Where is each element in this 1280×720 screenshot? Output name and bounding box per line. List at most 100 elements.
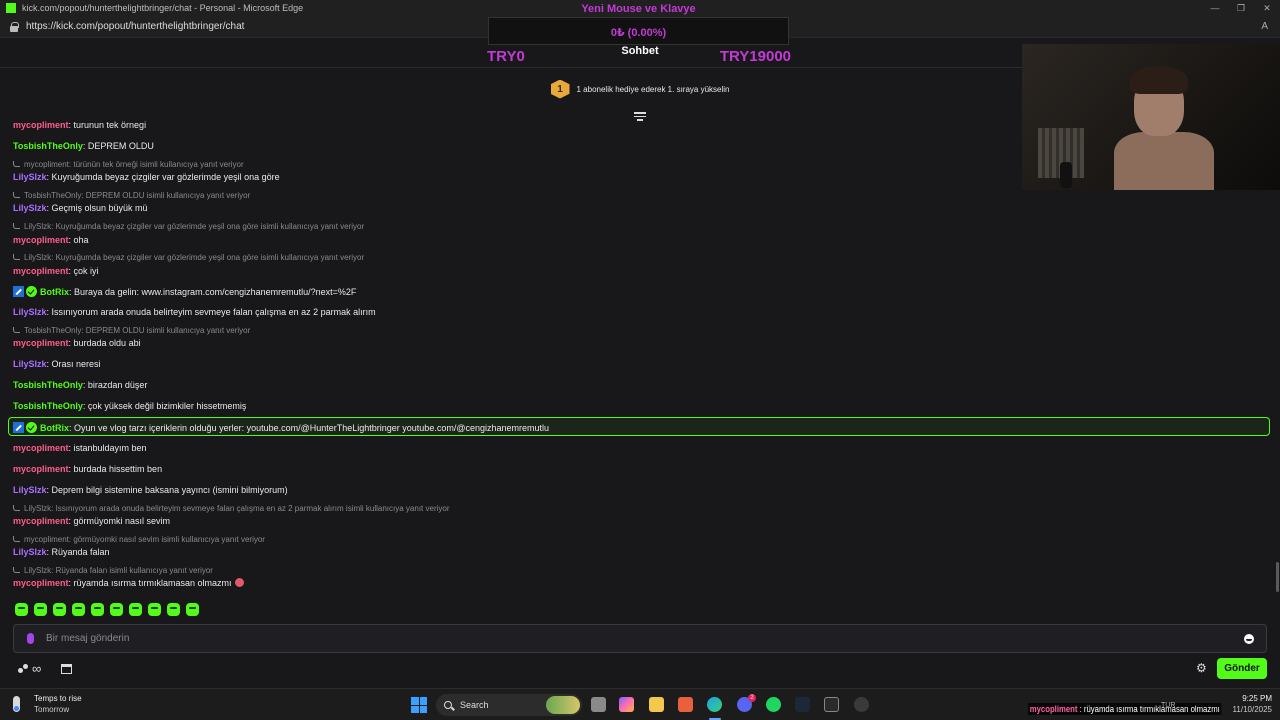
reply-context[interactable]: LilySlzk: Kuyruğumda beyaz çizgiler var …: [13, 253, 364, 262]
file-explorer-icon[interactable]: [649, 697, 664, 712]
chat-username[interactable]: LilySlzk: [13, 547, 47, 557]
emote-button[interactable]: [148, 603, 161, 616]
send-button[interactable]: Gönder: [1217, 658, 1267, 679]
chat-text: : Oyun ve vlog tarzı içeriklerin olduğu …: [69, 423, 550, 433]
chat-username[interactable]: LilySlzk: [13, 172, 47, 182]
weather-title[interactable]: Temps to rise: [34, 694, 82, 703]
microphone-icon[interactable]: [27, 633, 34, 644]
reply-context[interactable]: mycopliment: türünün tek örneği isimli k…: [13, 160, 244, 169]
chat-message: TosbishTheOnly: DEPREM OLDU: [13, 141, 154, 151]
chat-message: BotRix: Buraya da gelin: www.instagram.c…: [13, 286, 356, 297]
reply-context[interactable]: TosbishTheOnly: DEPREM OLDU isimli kulla…: [13, 326, 250, 335]
emote-button[interactable]: [167, 603, 180, 616]
goal-progress-text: 0₺ (0.00%): [610, 27, 667, 39]
goal-min-label: TRY0: [487, 48, 525, 65]
epic-games-icon[interactable]: [824, 697, 839, 712]
rank-badge-icon: 1: [550, 79, 570, 99]
chat-message: LilySlzk: Rüyanda falan: [13, 547, 110, 557]
chat-username[interactable]: BotRix: [40, 423, 69, 433]
close-button[interactable]: ✕: [1254, 3, 1280, 14]
chat-text: : burdada oldu abi: [68, 338, 141, 348]
chat-username[interactable]: mycopliment: [13, 443, 69, 453]
lock-icon: [9, 21, 19, 32]
obs-icon[interactable]: [854, 697, 869, 712]
thermometer-icon[interactable]: [13, 696, 20, 712]
chat-username[interactable]: TosbishTheOnly: [13, 401, 83, 411]
chat-username[interactable]: mycopliment: [13, 120, 69, 130]
reply-context[interactable]: LilySlzk: Kuyruğumda beyaz çizgiler var …: [13, 222, 364, 231]
chat-message: mycopliment: rüyamda ısırma tırmıklamasa…: [13, 578, 244, 588]
chat-text: : burdada hissettim ben: [68, 464, 163, 474]
emote-button[interactable]: [15, 603, 28, 616]
chat-username[interactable]: mycopliment: [13, 464, 69, 474]
emote-button[interactable]: [186, 603, 199, 616]
chat-message: mycopliment: oha: [13, 235, 89, 245]
chat-messages: mycopliment: turunun tek örnegi TosbishT…: [0, 118, 1280, 598]
chat-scrollbar[interactable]: [1276, 562, 1279, 592]
maximize-button[interactable]: ❐: [1228, 3, 1254, 14]
clock-time[interactable]: 9:25 PM: [1228, 694, 1272, 703]
chat-text: : oha: [68, 235, 89, 245]
weather-subtitle[interactable]: Tomorrow: [34, 705, 69, 714]
chat-message: TosbishTheOnly: çok yüksek değil bizimki…: [13, 401, 246, 411]
chat-message-input[interactable]: [46, 633, 1244, 644]
chat-text: : çok iyi: [68, 266, 99, 276]
emote-button[interactable]: [34, 603, 47, 616]
reply-context[interactable]: TosbishTheOnly: DEPREM OLDU isimli kulla…: [13, 191, 250, 200]
office-icon[interactable]: [678, 697, 693, 712]
taskbar-search[interactable]: Search: [436, 694, 582, 716]
chat-text: : Deprem bilgi sistemine baksana yayıncı…: [46, 485, 288, 495]
chat-username[interactable]: mycopliment: [13, 578, 69, 588]
chat-text: : Orası neresi: [46, 359, 101, 369]
chat-text: : birazdan düşer: [82, 380, 148, 390]
chat-username[interactable]: LilySlzk: [13, 203, 47, 213]
chat-username[interactable]: mycopliment: [13, 235, 69, 245]
emote-button[interactable]: [53, 603, 66, 616]
discord-icon[interactable]: 2: [737, 694, 756, 712]
chat-message: mycopliment: istanbuldayım ben: [13, 443, 147, 453]
reply-icon: [13, 505, 20, 511]
search-highlight-art: [546, 696, 580, 714]
chat-username[interactable]: mycopliment: [13, 266, 69, 276]
chat-text: : görmüyomki nasıl sevim: [68, 516, 171, 526]
infinity-icon[interactable]: ∞: [32, 661, 41, 676]
chat-message: TosbishTheOnly: birazdan düşer: [13, 380, 147, 390]
task-view-icon[interactable]: [591, 697, 606, 712]
edge-icon[interactable]: [707, 697, 722, 712]
chat-input-box[interactable]: [13, 624, 1267, 653]
spotify-icon[interactable]: [766, 697, 781, 712]
reply-icon: [13, 254, 20, 260]
read-aloud-icon[interactable]: A: [1261, 21, 1268, 32]
store-icon[interactable]: [61, 664, 72, 674]
emote-button[interactable]: [91, 603, 104, 616]
chat-username[interactable]: LilySlzk: [13, 307, 47, 317]
emote-button[interactable]: [72, 603, 85, 616]
verified-badge-icon: [26, 286, 37, 297]
copilot-icon[interactable]: [619, 697, 634, 712]
chat-username[interactable]: BotRix: [40, 287, 69, 297]
chat-username[interactable]: LilySlzk: [13, 485, 47, 495]
emote-button[interactable]: [110, 603, 123, 616]
chat-message: LilySlzk: Geçmiş olsun büyük mü: [13, 203, 148, 213]
language-indicator[interactable]: TUR: [1161, 702, 1175, 709]
chat-message-highlighted: BotRix: Oyun ve vlog tarzı içeriklerin o…: [13, 422, 549, 433]
emoji-picker-icon[interactable]: [1244, 633, 1254, 644]
steam-icon[interactable]: [795, 697, 810, 712]
chat-username[interactable]: TosbishTheOnly: [13, 380, 83, 390]
chat-message: LilySlzk: Deprem bilgi sistemine baksana…: [13, 485, 288, 495]
bot-badge-icon: [13, 286, 24, 297]
reply-context[interactable]: mycopliment: görmüyomki nasıl sevim isim…: [13, 535, 265, 544]
emote-button[interactable]: [129, 603, 142, 616]
chat-username[interactable]: mycopliment: [13, 516, 69, 526]
chat-text: : Buraya da gelin: www.instagram.com/cen…: [69, 287, 357, 297]
reply-context[interactable]: LilySlzk: Rüyanda falan isimli kullanıcı…: [13, 566, 213, 575]
community-icon[interactable]: [18, 664, 30, 674]
chat-username[interactable]: TosbishTheOnly: [13, 141, 83, 151]
settings-icon[interactable]: ⚙: [1196, 661, 1207, 675]
chat-username[interactable]: LilySlzk: [13, 359, 47, 369]
clock-date[interactable]: 11/10/2025: [1218, 705, 1272, 714]
reply-context[interactable]: LilySlzk: Issınıyorum arada onuda belirt…: [13, 504, 450, 513]
minimize-button[interactable]: —: [1202, 3, 1228, 14]
windows-start-icon[interactable]: [411, 697, 427, 713]
chat-username[interactable]: mycopliment: [13, 338, 69, 348]
